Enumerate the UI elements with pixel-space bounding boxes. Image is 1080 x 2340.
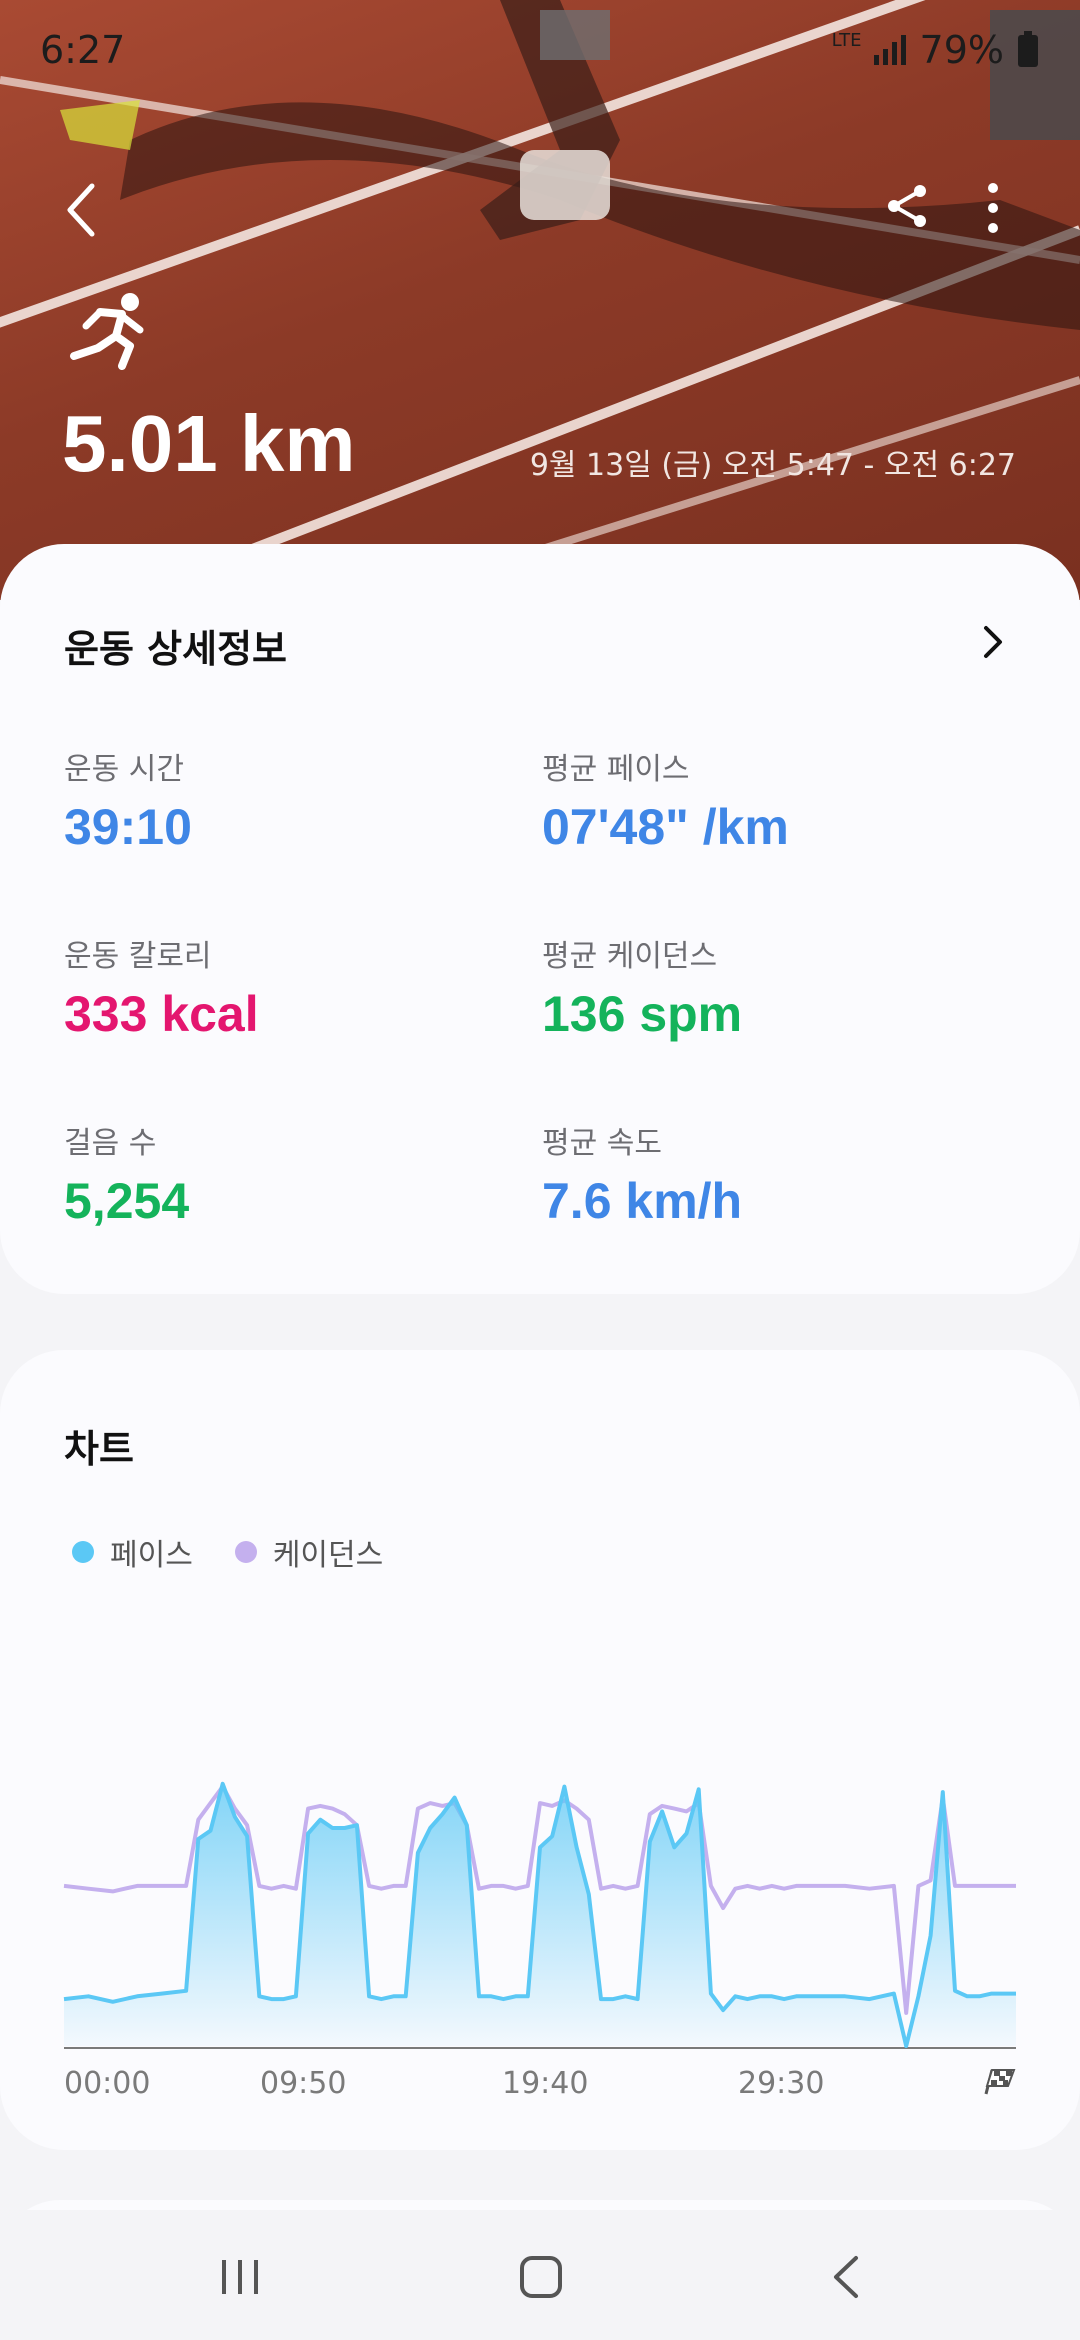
workout-details-card[interactable]: 운동 상세정보 운동 시간 39:10 평균 페이스 07'48" /km 운동… [0,544,1080,1294]
x-tick-label: 29:30 [738,2066,825,2101]
metric-value: 7.6 km/h [542,1173,743,1229]
back-nav-icon[interactable] [818,2250,878,2304]
network-type: LTE [831,29,862,51]
share-icon[interactable] [884,182,932,230]
status-bar: 6:27 LTE 79% [0,0,1080,100]
metric-label: 평균 케이던스 [542,939,718,974]
metric-label: 평균 페이스 [542,752,690,787]
system-navigation-bar [0,2210,1080,2340]
hero-banner: 6:27 LTE 79% 5.01 km 9월 13일 (금) 오전 5:47 … [0,0,1080,600]
recent-apps-icon[interactable] [210,2250,270,2304]
metric-value: 39:10 [64,799,192,855]
x-tick-label: 19:40 [502,2066,589,2101]
x-tick-label: 00:00 [64,2066,151,2101]
signal-icon [873,35,906,65]
metric-label: 평균 속도 [542,1126,662,1161]
metric-avg-cadence: 평균 케이던스 136 spm [542,931,742,1043]
metric-label: 걸음 수 [64,1126,157,1161]
x-axis-labels: 00:00 09:50 19:40 29:30 [0,1350,1080,2150]
more-options-icon[interactable] [978,180,1008,236]
metric-label: 운동 칼로리 [64,939,212,974]
metric-value: 136 spm [542,986,743,1042]
home-icon[interactable] [512,2250,572,2304]
workout-date-range: 9월 13일 (금) 오전 5:47 - 오전 6:27 [529,448,1016,483]
metric-avg-speed: 평균 속도 7.6 km/h [542,1118,742,1230]
metric-steps: 걸음 수 5,254 [64,1118,189,1230]
total-distance: 5.01 km [62,399,356,488]
metric-value: 07'48" /km [542,799,789,855]
running-icon [70,293,144,370]
status-right-group: LTE 79% [832,28,1040,72]
metric-value: 5,254 [64,1173,190,1229]
metric-avg-pace: 평균 페이스 07'48" /km [542,744,789,856]
battery-percent: 79% [919,28,1004,72]
back-arrow-icon[interactable] [58,180,108,240]
metric-calories: 운동 칼로리 333 kcal [64,931,259,1043]
x-tick-label: 09:50 [260,2066,347,2101]
chevron-right-icon[interactable] [978,622,1008,662]
status-time: 6:27 [40,28,126,72]
chart-card: 차트 페이스 케이던스 00:00 09:50 19:40 29:30 [0,1350,1080,2150]
metric-duration: 운동 시간 39:10 [64,744,192,856]
details-title: 운동 상세정보 [64,627,287,671]
battery-icon [1018,31,1038,67]
metric-value: 333 kcal [64,986,259,1042]
checkered-flag-icon [984,2069,1016,2095]
metric-label: 운동 시간 [64,752,184,787]
